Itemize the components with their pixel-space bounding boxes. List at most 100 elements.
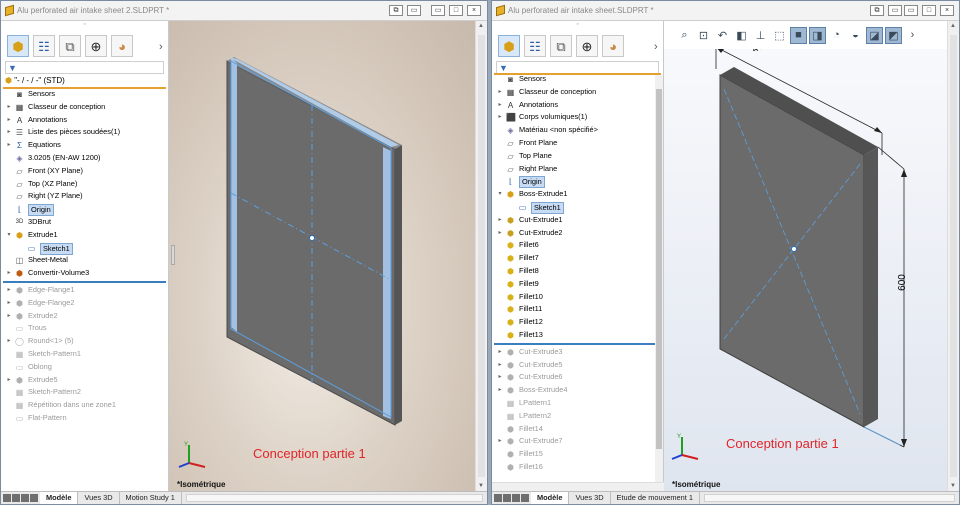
tree-item[interactable]: ▱ Front Plane <box>492 137 663 150</box>
next-tab-icon[interactable] <box>512 494 520 502</box>
tree-item[interactable]: ⬢ Fillet10 <box>492 291 663 304</box>
left-graphics-area[interactable]: Y Conception partie 1 *Isométrique <box>169 21 475 491</box>
tree-filter-input[interactable]: ▼ <box>5 61 164 74</box>
panel-grip-icon[interactable]: ◦ <box>1 21 168 30</box>
view-settings-icon[interactable]: ◪ <box>866 26 883 44</box>
configurationmanager-tab-icon[interactable]: ⧉ <box>550 35 572 57</box>
chevron-right-icon[interactable]: ▸ <box>5 297 13 310</box>
tab-3d-views[interactable]: Vues 3D <box>569 492 611 504</box>
display-style-icon[interactable]: ■ <box>790 26 807 44</box>
chevron-right-icon[interactable]: ▸ <box>5 101 13 114</box>
tree-item[interactable]: ▸ ⬢ Cut-Extrude7 <box>492 435 663 448</box>
tree-item[interactable]: ⌊ Origin <box>1 203 168 217</box>
chevron-right-icon[interactable]: ▸ <box>496 99 504 112</box>
tree-item[interactable]: ▱ Front (XY Plane) <box>1 165 168 178</box>
rollback-bar[interactable] <box>3 280 166 283</box>
tree-item[interactable]: ▸ ⬢ Cut-Extrude2 <box>492 227 663 240</box>
propertymanager-tab-icon[interactable]: ☷ <box>33 35 55 57</box>
display-manager-tab-icon[interactable]: ◕ <box>602 35 624 57</box>
tree-item[interactable]: ⬢ Fillet12 <box>492 316 663 329</box>
tree-item[interactable]: ⬢ Fillet13 <box>492 329 663 342</box>
tree-item[interactable]: ▸ ⬢ Convertir-Volume3 <box>1 267 168 280</box>
right-viewport-scrollbar[interactable]: ▲ ▼ <box>947 21 959 491</box>
restore-icon[interactable]: ⧉ <box>870 5 884 16</box>
tree-item[interactable]: ▸ A Annotations <box>1 114 168 127</box>
hide-show-items-icon[interactable]: ◨ <box>809 26 826 44</box>
configurationmanager-tab-icon[interactable]: ⧉ <box>59 35 81 57</box>
tree-item[interactable]: ▦ LPattern1 <box>492 397 663 410</box>
tree-item[interactable]: ▭ Oblong <box>1 361 168 374</box>
close-icon[interactable]: × <box>940 5 954 16</box>
minimize-icon[interactable]: ▭ <box>904 5 918 16</box>
chevron-right-icon[interactable]: ▸ <box>496 371 504 384</box>
tree-item[interactable]: ◙ Sensors <box>1 88 168 101</box>
realview-icon[interactable]: ◩ <box>885 26 902 44</box>
tree-item[interactable]: ▾ ⬢ Extrude1 <box>1 229 168 242</box>
zoom-area-icon[interactable]: ⊡ <box>695 27 712 44</box>
last-tab-icon[interactable] <box>521 494 529 502</box>
tree-item[interactable]: ▸ ☰ Liste des pièces soudées(1) <box>1 126 168 139</box>
left-viewport-scrollbar[interactable]: ▲ ▼ <box>475 21 487 491</box>
propertymanager-tab-icon[interactable]: ☷ <box>524 35 546 57</box>
tree-item[interactable]: ▸ ▦ Classeur de conception <box>1 101 168 114</box>
prev-tab-icon[interactable] <box>12 494 20 502</box>
tree-item[interactable]: ▾ ⬢ Boss-Extrude1 <box>492 188 663 201</box>
chevron-right-icon[interactable]: ▸ <box>5 267 13 280</box>
chevron-down-icon[interactable]: ▾ <box>5 229 13 242</box>
tree-item[interactable]: ▸ ⬢ Edge-Flange1 <box>1 284 168 297</box>
first-tab-icon[interactable] <box>3 494 11 502</box>
first-tab-icon[interactable] <box>494 494 502 502</box>
tile-icon[interactable]: ▭ <box>407 5 421 16</box>
tree-scrollbar[interactable] <box>655 75 663 491</box>
tree-item[interactable]: ▭ Sketch1 <box>1 242 168 255</box>
tree-item[interactable]: ⬢ Fillet14 <box>492 423 663 436</box>
tree-item[interactable]: ▸ ⬢ Extrude2 <box>1 310 168 323</box>
tree-item[interactable]: ⬢ Fillet8 <box>492 265 663 278</box>
tree-item[interactable]: ⬢ Fillet7 <box>492 252 663 265</box>
chevron-right-icon[interactable]: ▸ <box>496 111 504 124</box>
tree-item[interactable]: ▦ Répétition dans une zone1 <box>1 399 168 412</box>
dimension-height[interactable]: 600 <box>897 274 908 291</box>
tree-item[interactable]: ◫ Sheet-Metal <box>1 254 168 267</box>
tree-item[interactable]: ▸ ⬢ Boss-Extrude4 <box>492 384 663 397</box>
tree-item[interactable]: ▱ Right Plane <box>492 163 663 176</box>
apply-scene-icon[interactable]: ◒ <box>847 27 864 44</box>
tree-item[interactable]: ⬢ Fillet9 <box>492 278 663 291</box>
featuremanager-tab-icon[interactable]: ⬢ <box>7 35 29 57</box>
scroll-up-icon[interactable]: ▲ <box>478 23 484 29</box>
rollback-bar[interactable] <box>494 342 661 345</box>
tree-item[interactable]: ▸ ⬢ Cut-Extrude1 <box>492 214 663 227</box>
tree-item[interactable]: ▭ Flat-Pattern <box>1 412 168 425</box>
chevron-right-icon[interactable]: ▸ <box>5 310 13 323</box>
display-manager-tab-icon[interactable]: ◕ <box>111 35 133 57</box>
featuremanager-tab-icon[interactable]: ⬢ <box>498 35 520 57</box>
dynamic-annotation-icon[interactable]: ⊥ <box>752 27 769 44</box>
tree-item[interactable]: ⬢ Fillet16 <box>492 461 663 474</box>
tree-item[interactable]: ⬢ Fillet6 <box>492 239 663 252</box>
chevron-right-icon[interactable]: ▸ <box>5 139 13 152</box>
view-orientation-icon[interactable]: ⬚ <box>771 27 788 44</box>
next-tab-icon[interactable] <box>21 494 29 502</box>
root-part-row[interactable]: ⬢ "- / - / -" (STD) <box>5 76 65 85</box>
tab-3d-views[interactable]: Vues 3D <box>78 492 120 504</box>
tree-item[interactable]: ⬢ Fillet11 <box>492 303 663 316</box>
scroll-up-icon[interactable]: ▲ <box>950 23 956 29</box>
more-icon[interactable]: › <box>904 27 921 44</box>
tree-item[interactable]: ▦ LPattern2 <box>492 410 663 423</box>
chevron-right-icon[interactable]: ▸ <box>496 359 504 372</box>
tree-item[interactable]: 3D 3DBrut <box>1 216 168 229</box>
chevron-right-icon[interactable]: ▸ <box>496 384 504 397</box>
tree-item[interactable]: ▱ Right (YZ Plane) <box>1 190 168 203</box>
edit-appearance-icon[interactable]: ◔ <box>828 27 845 44</box>
tree-item[interactable]: ▦ Sketch-Pattern1 <box>1 348 168 361</box>
tab-bar-scrollbar[interactable] <box>185 494 483 502</box>
maximize-icon[interactable]: □ <box>922 5 936 16</box>
chevron-right-icon[interactable]: ▸ <box>5 284 13 297</box>
tab-motion-study[interactable]: Motion Study 1 <box>119 492 182 504</box>
tab-motion-study[interactable]: Etude de mouvement 1 <box>610 492 700 504</box>
chevron-right-icon[interactable]: ▸ <box>496 435 504 448</box>
tree-horizontal-scrollbar[interactable] <box>492 482 664 491</box>
tree-item[interactable]: ▸ Σ Equations <box>1 139 168 152</box>
tree-item[interactable]: ▸ ⬢ Edge-Flange2 <box>1 297 168 310</box>
tree-item[interactable]: ▸ ⬛ Corps volumiques(1) <box>492 111 663 124</box>
